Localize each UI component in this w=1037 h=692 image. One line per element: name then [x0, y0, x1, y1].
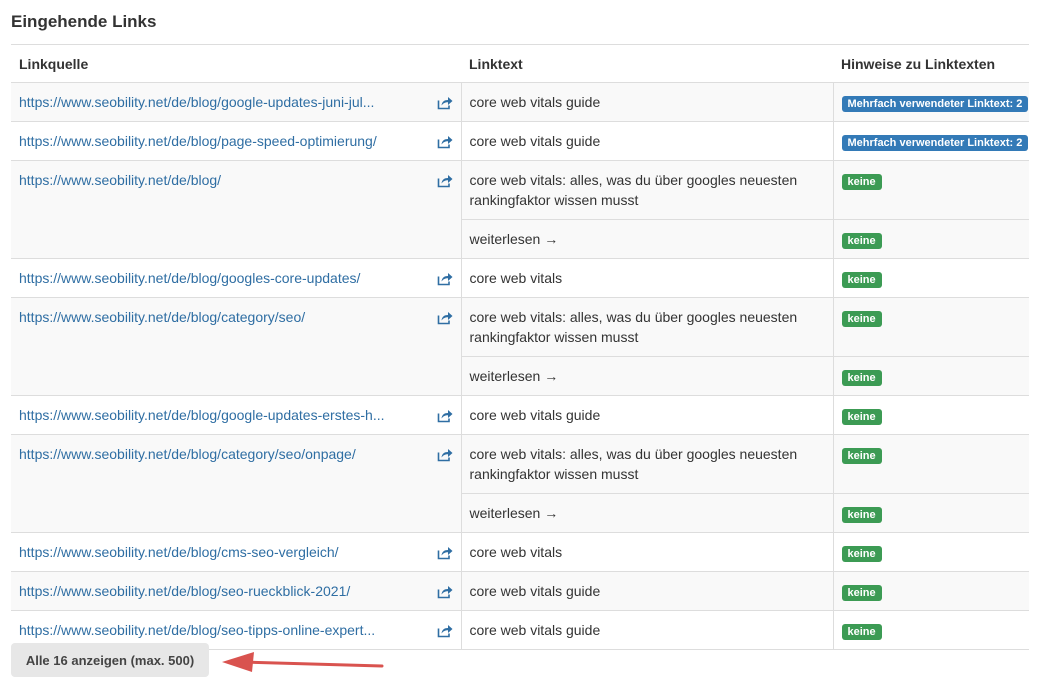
table-body: https://www.seobility.net/de/blog/google…	[11, 82, 1029, 650]
hint-badge: keine	[841, 311, 882, 327]
link-hint-cell: keine	[833, 356, 1029, 396]
link-source-url[interactable]: https://www.seobility.net/de/blog/seo-ti…	[19, 620, 427, 640]
link-source-cell: https://www.seobility.net/de/blog/google…	[11, 395, 462, 435]
link-text-cell: core web vitals guide	[461, 121, 834, 161]
link-hint-cell: keine	[833, 434, 1029, 494]
section-title: Eingehende Links	[11, 12, 157, 31]
share-external-icon[interactable]	[437, 623, 453, 638]
table-row: https://www.seobility.net/de/blog/google…	[11, 258, 1029, 298]
link-hint-cell: Mehrfach verwendeter Linktext: 2	[833, 82, 1029, 122]
link-source-cell: https://www.seobility.net/de/blog/cms-se…	[11, 532, 462, 572]
link-hint-cell: keine	[833, 297, 1029, 357]
link-hint-cell: keine	[833, 571, 1029, 611]
link-source-cell: https://www.seobility.net/de/blog/seo-ru…	[11, 571, 462, 611]
link-source-cell: https://www.seobility.net/de/blog/page-s…	[11, 121, 462, 161]
link-hint-cell: keine	[833, 395, 1029, 435]
link-text-cell: core web vitals	[461, 258, 834, 298]
share-external-icon[interactable]	[437, 545, 453, 560]
link-text-cell: core web vitals guide	[461, 610, 834, 650]
hint-badge: keine	[841, 448, 882, 464]
link-hint-cell: Mehrfach verwendeter Linktext: 2	[833, 121, 1029, 161]
hint-badge: Mehrfach verwendeter Linktext: 2	[841, 135, 1029, 151]
arrow-left-icon	[222, 652, 384, 672]
link-text-cell: core web vitals: alles, was du über goog…	[461, 160, 834, 220]
link-source-cell: https://www.seobility.net/de/blog/catego…	[11, 434, 462, 533]
show-all-button[interactable]: Alle 16 anzeigen (max. 500)	[11, 643, 209, 677]
table-row: https://www.seobility.net/de/blog/cms-se…	[11, 532, 1029, 572]
link-hint-cell: keine	[833, 610, 1029, 650]
hint-badge: keine	[841, 585, 882, 601]
hint-badge: keine	[841, 174, 882, 190]
link-text-cell: core web vitals: alles, was du über goog…	[461, 434, 834, 494]
link-text-cell: core web vitals guide	[461, 395, 834, 435]
hint-badge: keine	[841, 624, 882, 640]
table-row: https://www.seobility.net/de/blog/core w…	[11, 160, 1029, 259]
link-source-url[interactable]: https://www.seobility.net/de/blog/page-s…	[19, 131, 427, 151]
link-source-url[interactable]: https://www.seobility.net/de/blog/catego…	[19, 444, 427, 464]
link-text-cell: core web vitals	[461, 532, 834, 572]
share-external-icon[interactable]	[437, 584, 453, 599]
link-hint-cell: keine	[833, 532, 1029, 572]
hint-badge: keine	[841, 546, 882, 562]
link-source-cell: https://www.seobility.net/de/blog/google…	[11, 82, 462, 122]
hint-badge: keine	[841, 272, 882, 288]
link-source-cell: https://www.seobility.net/de/blog/	[11, 160, 462, 259]
incoming-links-table: Linkquelle Linktext Hinweise zu Linktext…	[11, 44, 1029, 650]
table-header-row: Linkquelle Linktext Hinweise zu Linktext…	[11, 44, 1029, 83]
column-header-linkquelle[interactable]: Linkquelle	[11, 44, 461, 83]
share-external-icon[interactable]	[437, 310, 453, 325]
hint-badge: Mehrfach verwendeter Linktext: 2	[841, 96, 1029, 112]
link-text-cell: core web vitals: alles, was du über goog…	[461, 297, 834, 357]
link-hint-cell: keine	[833, 219, 1029, 259]
hint-badge: keine	[841, 233, 882, 249]
link-source-url[interactable]: https://www.seobility.net/de/blog/cms-se…	[19, 542, 427, 562]
link-source-cell: https://www.seobility.net/de/blog/catego…	[11, 297, 462, 396]
link-source-url[interactable]: https://www.seobility.net/de/blog/seo-ru…	[19, 581, 427, 601]
table-row: https://www.seobility.net/de/blog/seo-ru…	[11, 571, 1029, 611]
hint-badge: keine	[841, 370, 882, 386]
table-row: https://www.seobility.net/de/blog/catego…	[11, 434, 1029, 533]
link-source-url[interactable]: https://www.seobility.net/de/blog/google…	[19, 92, 427, 112]
link-hint-cell: keine	[833, 258, 1029, 298]
hint-badge: keine	[841, 507, 882, 523]
link-source-url[interactable]: https://www.seobility.net/de/blog/catego…	[19, 307, 427, 327]
table-row: https://www.seobility.net/de/blog/page-s…	[11, 121, 1029, 161]
link-source-url[interactable]: https://www.seobility.net/de/blog/google…	[19, 268, 427, 288]
link-hint-cell: keine	[833, 493, 1029, 533]
link-text-cell: core web vitals guide	[461, 571, 834, 611]
share-external-icon[interactable]	[437, 95, 453, 110]
link-text-cell: weiterlesen →	[461, 219, 834, 259]
hint-badge: keine	[841, 409, 882, 425]
link-text-cell: weiterlesen →	[461, 356, 834, 396]
link-source-url[interactable]: https://www.seobility.net/de/blog/google…	[19, 405, 427, 425]
share-external-icon[interactable]	[437, 271, 453, 286]
table-row: https://www.seobility.net/de/blog/catego…	[11, 297, 1029, 396]
link-source-url[interactable]: https://www.seobility.net/de/blog/	[19, 170, 427, 190]
share-external-icon[interactable]	[437, 408, 453, 423]
column-header-hinweise[interactable]: Hinweise zu Linktexten	[833, 44, 1029, 83]
share-external-icon[interactable]	[437, 173, 453, 188]
link-source-cell: https://www.seobility.net/de/blog/google…	[11, 258, 462, 298]
share-external-icon[interactable]	[437, 447, 453, 462]
table-row: https://www.seobility.net/de/blog/google…	[11, 82, 1029, 122]
table-row: https://www.seobility.net/de/blog/google…	[11, 395, 1029, 435]
link-text-cell: weiterlesen →	[461, 493, 834, 533]
link-text-cell: core web vitals guide	[461, 82, 834, 122]
column-header-linktext[interactable]: Linktext	[461, 44, 833, 83]
link-hint-cell: keine	[833, 160, 1029, 220]
share-external-icon[interactable]	[437, 134, 453, 149]
